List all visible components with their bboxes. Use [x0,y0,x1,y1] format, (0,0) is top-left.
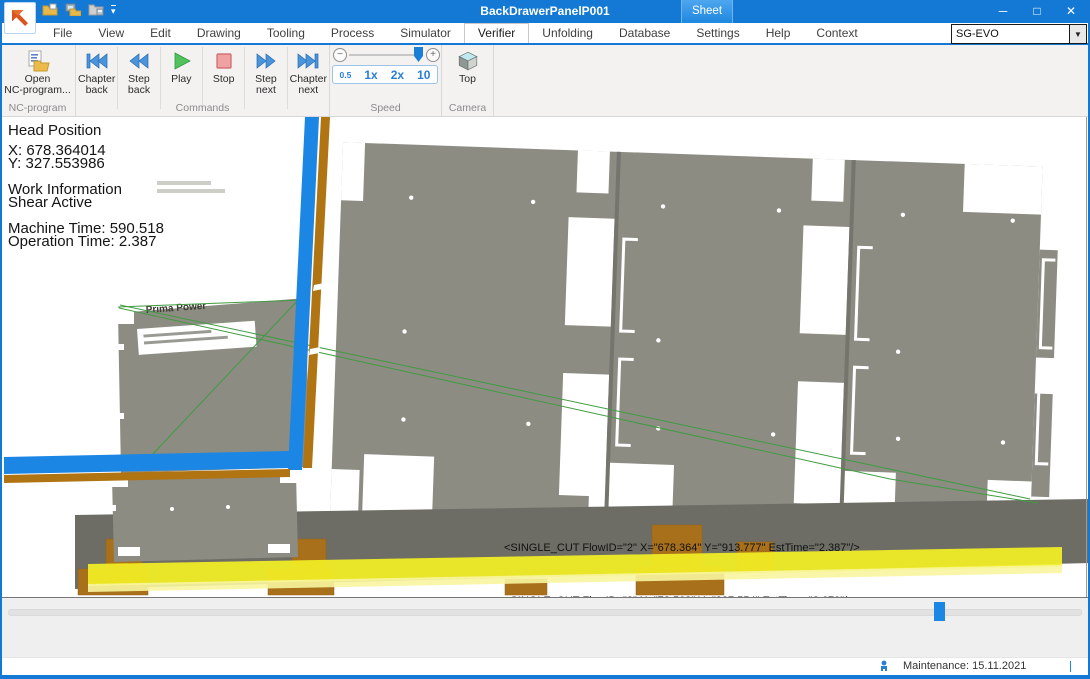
speed-preset-05[interactable]: 0.5 [340,70,352,80]
stop-label: Stop [213,74,235,85]
cut-log-line: <SINGLE_CUT FlowID="3" X="73.568" Y="327… [504,593,860,598]
speed-presets: 0.5 1x 2x 10 [332,65,438,84]
tab-edit[interactable]: Edit [137,24,184,43]
nc-file-icon [26,49,50,73]
head-position-y: Y: 327.553986 [8,157,164,171]
group-camera: Top Camera [442,45,494,116]
operation-time: Operation Time: 2.387 [8,235,164,249]
step-next-icon [255,49,277,73]
tab-unfolding[interactable]: Unfolding [529,24,606,43]
tab-process[interactable]: Process [318,24,387,43]
speed-preset-10[interactable]: 10 [417,68,430,82]
step-next-label: Step next [255,74,277,96]
tab-drawing[interactable]: Drawing [184,24,254,43]
speed-preset-2x[interactable]: 2x [391,68,404,82]
group-label-nc-program: NC-program [0,102,75,114]
top-camera-label: Top [459,74,476,85]
speed-increase-button[interactable]: + [426,48,440,62]
timeline-handle[interactable] [934,602,945,621]
ribbon-tab-bar: File View Edit Drawing Tooling Process S… [0,23,1090,45]
work-status: Shear Active [8,196,164,210]
title-bar: ▾ BackDrawerPanelP001 Sheet ─ □ ✕ [0,0,1090,23]
step-back-label: Step back [128,74,150,96]
tab-view[interactable]: View [85,24,137,43]
open-nc-program-label: Open NC-program... [4,74,71,96]
group-speed: − + 0.5 1x 2x 10 Speed [330,45,442,116]
speed-decrease-button[interactable]: − [333,48,347,62]
top-camera-button[interactable]: Top [442,45,493,100]
cut-panel-lower [110,471,298,562]
tab-settings[interactable]: Settings [683,24,752,43]
stop-icon [214,49,234,73]
play-icon [171,49,191,73]
maintenance-date: Maintenance: 15.11.2021 [903,660,1026,672]
chevron-down-icon[interactable]: ▼ [1069,25,1086,43]
step-next-button[interactable]: Step next [245,45,286,100]
tab-verifier[interactable]: Verifier [464,23,529,43]
prima-power-arrow-icon [9,7,31,29]
tab-database[interactable]: Database [606,24,683,43]
speed-preset-1x[interactable]: 1x [364,68,377,82]
window-border-bottom [0,675,1090,679]
tab-simulator[interactable]: Simulator [387,24,464,43]
group-nc-program: Open NC-program... NC-program [0,45,76,116]
speed-slider-handle[interactable] [414,47,423,62]
group-label-camera: Camera [442,102,493,114]
nc-cut-log: <SINGLE_CUT FlowID="2" X="678.364" Y="91… [504,505,860,597]
step-back-button[interactable]: Step back [118,45,159,100]
top-camera-icon [457,49,479,73]
machine-selector-value: SG-EVO [952,28,1069,40]
close-button[interactable]: ✕ [1054,0,1088,23]
chapter-next-label: Chapter next [290,74,327,96]
simulation-viewport[interactable]: Prima Power Head [0,117,1090,597]
status-separator [1070,661,1071,672]
window-border-left [0,23,2,679]
simulation-info-panel: Head Position X: 678.364014 Y: 327.55398… [8,124,164,249]
window-controls: ─ □ ✕ [986,0,1088,23]
speed-slider-track[interactable] [349,54,423,56]
tab-file[interactable]: File [40,24,85,43]
chapter-back-button[interactable]: Chapter back [76,45,117,100]
tab-context[interactable]: Context [803,24,870,43]
maximize-button[interactable]: □ [1020,0,1054,23]
play-label: Play [171,74,191,85]
context-tab-sheet[interactable]: Sheet [681,0,733,23]
head-position-title: Head Position [8,124,164,138]
chapter-next-button[interactable]: Chapter next [288,45,329,100]
tab-tooling[interactable]: Tooling [254,24,318,43]
cut-log-line: <SINGLE_CUT FlowID="2" X="678.364" Y="91… [504,540,860,558]
tab-help[interactable]: Help [753,24,804,43]
app-logo[interactable] [4,2,36,34]
status-bar: Maintenance: 15.11.2021 [0,657,1090,675]
timeline-track[interactable] [8,609,1082,616]
stop-button[interactable]: Stop [203,45,244,100]
group-commands: Chapter back Step back Play [76,45,330,116]
chapter-next-icon [296,49,320,73]
chapter-back-icon [85,49,109,73]
minimize-button[interactable]: ─ [986,0,1020,23]
group-label-speed: Speed [330,102,441,114]
window-title: BackDrawerPanelP001 [0,0,1090,23]
ribbon: Open NC-program... NC-program Chapter ba… [0,45,1090,117]
step-back-icon [128,49,150,73]
machine-selector-combobox[interactable]: SG-EVO ▼ [951,24,1087,44]
timeline-zone [0,597,1090,657]
group-label-commands: Commands [76,102,329,114]
viewport-edge [1086,117,1087,597]
open-nc-program-button[interactable]: Open NC-program... [0,45,75,100]
chapter-back-label: Chapter back [78,74,115,96]
play-button[interactable]: Play [161,45,202,100]
